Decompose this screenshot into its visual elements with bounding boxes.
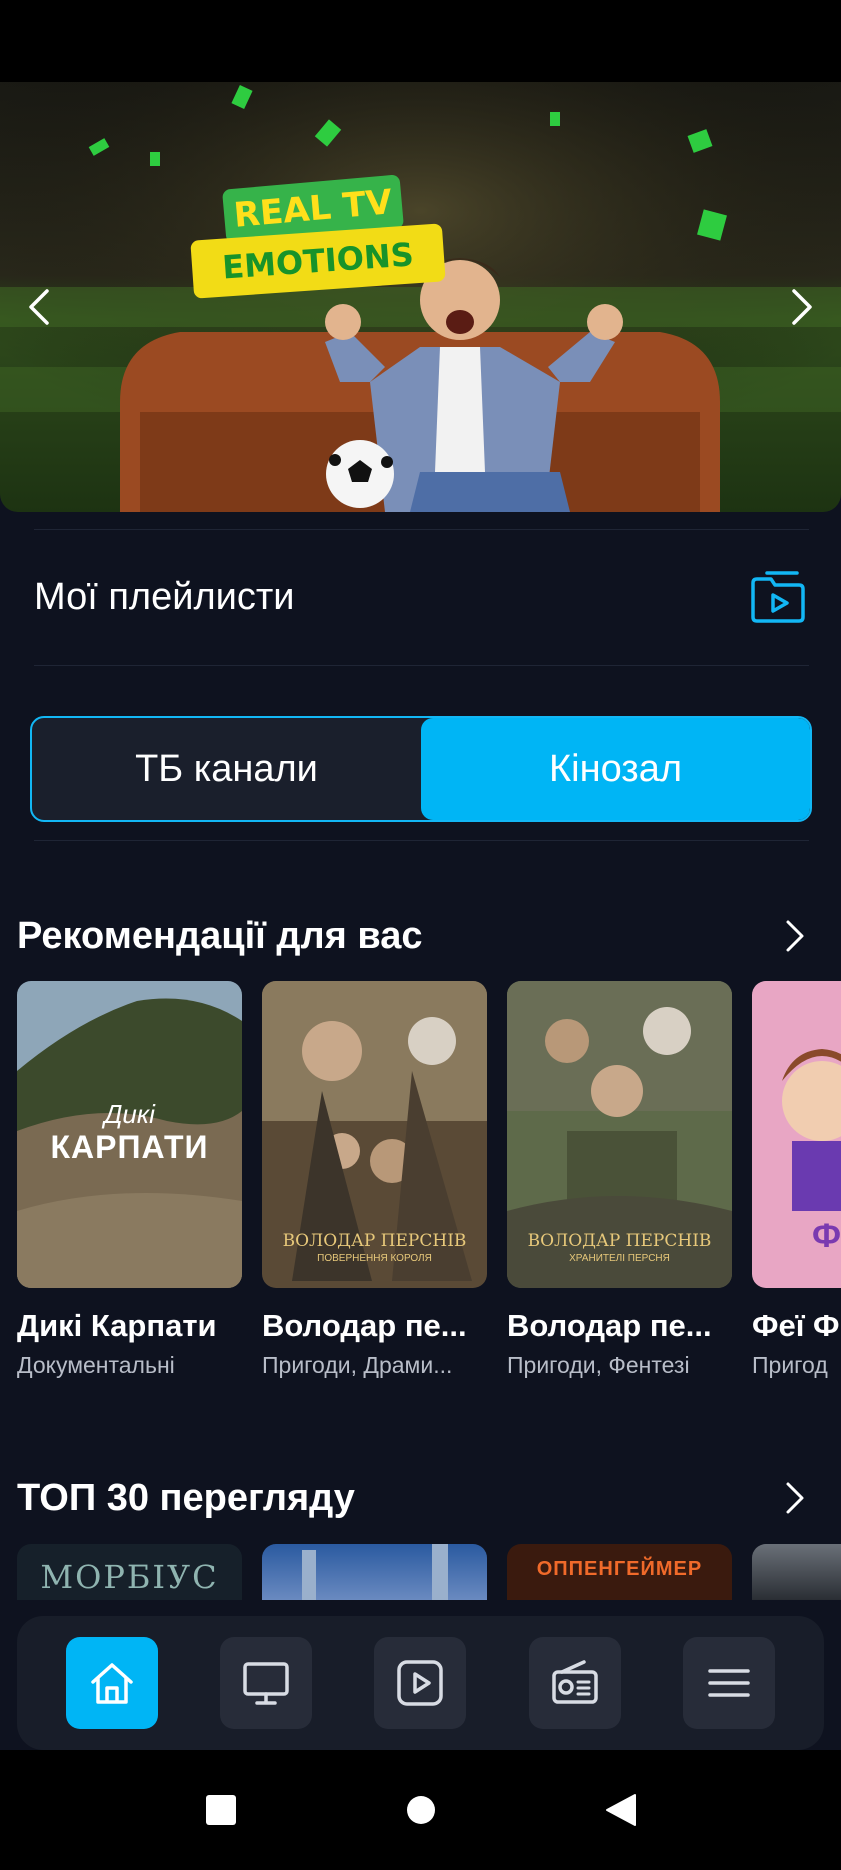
nav-radio-button[interactable] (528, 1637, 621, 1729)
movie-card[interactable]: ВОЛОДАР ПЕРСНІВ ПОВЕРНЕННЯ КОРОЛЯ Волода… (262, 981, 487, 1379)
tab-tv-channels[interactable]: ТБ канали (32, 718, 421, 820)
top30-title: ТОП 30 перегляду (17, 1476, 355, 1519)
banner-next-button[interactable] (777, 272, 827, 342)
home-circle-icon (406, 1796, 435, 1824)
top30-more-button[interactable] (773, 1476, 817, 1520)
my-playlists-row[interactable]: Мої плейлисти (30, 537, 813, 657)
chevron-right-icon (792, 289, 812, 325)
poster-title-line1: ВОЛОДАР ПЕРСНІВ (527, 1231, 712, 1251)
my-playlists-title: Мої плейлисти (34, 575, 295, 618)
banner-badge: REAL TV EMOTIONS (190, 174, 452, 299)
tv-monitor-icon (243, 1662, 290, 1705)
tab-cinema[interactable]: Кінозал (421, 718, 810, 820)
top30-header: ТОП 30 перегляду (17, 1468, 817, 1528)
chevron-right-icon (786, 1482, 804, 1514)
play-icon (397, 1660, 444, 1706)
system-home-button[interactable] (401, 1790, 441, 1830)
movie-poster: Дикі КАРПАТИ (17, 981, 242, 1288)
system-back-button[interactable] (601, 1790, 641, 1830)
recommendations-carousel[interactable]: Дикі КАРПАТИ Дикі Карпати Документальні (17, 981, 841, 1379)
movie-card[interactable]: ОППЕНГЕЙМЕР (507, 1544, 732, 1600)
movie-poster: ФЕ (752, 981, 841, 1288)
bottom-navigation (17, 1616, 824, 1750)
poster-title-line1: ФЕ (812, 1217, 841, 1255)
chevron-right-icon (786, 920, 804, 952)
poster-title-line1: ВОЛОДАР ПЕРСНІВ (282, 1231, 467, 1251)
radio-icon (551, 1660, 598, 1704)
poster-title: ОППЕНГЕЙМЕР (536, 1558, 703, 1580)
recents-square-icon (205, 1795, 236, 1825)
banner-image (0, 82, 841, 512)
promo-banner[interactable]: REAL TV EMOTIONS (0, 82, 841, 512)
movie-genres: Документальні (17, 1352, 175, 1378)
nav-home-button[interactable] (66, 1637, 159, 1729)
recommendations-more-button[interactable] (773, 914, 817, 958)
recommendations-header: Рекомендації для вас (17, 906, 817, 966)
movie-title: Володар пе... (262, 1308, 467, 1343)
movie-genres: Пригод (752, 1352, 828, 1378)
recommendations-title: Рекомендації для вас (17, 914, 423, 957)
movie-poster: ВОЛОДАР ПЕРСНІВ ПОВЕРНЕННЯ КОРОЛЯ (262, 981, 487, 1288)
movie-title: Феї Ф (752, 1308, 840, 1343)
menu-icon (708, 1669, 750, 1697)
status-bar (0, 0, 841, 82)
movie-card[interactable]: МОРБІУС (17, 1544, 242, 1600)
system-navigation-bar (0, 1750, 841, 1870)
movie-card[interactable]: ФЕ Феї Ф Пригод (752, 981, 841, 1379)
nav-video-button[interactable] (374, 1637, 467, 1729)
poster-title-line2: ХРАНИТЕЛІ ПЕРСНЯ (569, 1253, 670, 1264)
movie-poster: ВОЛОДАР ПЕРСНІВ ХРАНИТЕЛІ ПЕРСНЯ (507, 981, 732, 1288)
divider (34, 840, 809, 841)
home-icon (91, 1663, 133, 1704)
poster-title: МОРБІУС (40, 1558, 219, 1596)
back-triangle-icon (605, 1794, 636, 1826)
poster-title-line2: ПОВЕРНЕННЯ КОРОЛЯ (317, 1253, 432, 1264)
movie-card[interactable]: Дикі КАРПАТИ Дикі Карпати Документальні (17, 981, 242, 1379)
top30-carousel[interactable]: МОРБІУС ОППЕНГЕЙМЕР (17, 1544, 841, 1600)
movie-card[interactable]: ВОЛОДАР ПЕРСНІВ ХРАНИТЕЛІ ПЕРСНЯ Володар… (507, 981, 732, 1379)
divider (34, 529, 809, 530)
poster-title-line1: Дикі (104, 1099, 155, 1129)
content-type-tabs: ТБ канали Кінозал (30, 716, 812, 822)
movie-card[interactable] (262, 1544, 487, 1600)
chevron-left-icon (29, 289, 49, 325)
nav-menu-button[interactable] (682, 1637, 775, 1729)
app-screen: REAL TV EMOTIONS Мої плейлисти ТБ канали… (0, 82, 841, 1870)
movie-genres: Пригоди, Драми... (262, 1352, 453, 1378)
movie-title: Володар пе... (507, 1308, 712, 1343)
movie-title: Дикі Карпати (17, 1308, 217, 1343)
poster-title-line2: КАРПАТИ (50, 1129, 209, 1165)
movie-card[interactable] (752, 1544, 841, 1600)
movie-genres: Пригоди, Фентезі (507, 1352, 690, 1378)
recents-button[interactable] (201, 1790, 241, 1830)
playlist-folder-icon[interactable] (745, 565, 809, 629)
nav-tv-button[interactable] (220, 1637, 313, 1729)
divider (34, 665, 809, 666)
banner-prev-button[interactable] (14, 272, 64, 342)
